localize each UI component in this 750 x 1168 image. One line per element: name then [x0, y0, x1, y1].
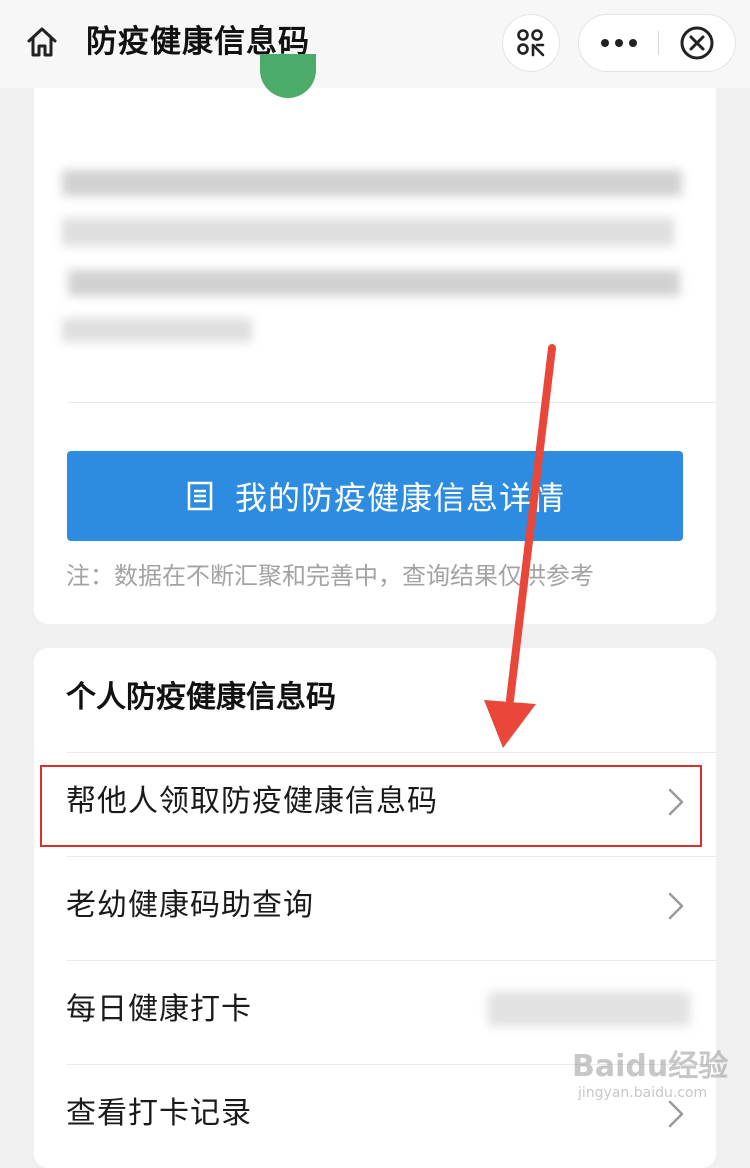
document-icon [185, 481, 215, 511]
health-detail-button[interactable]: 我的防疫健康信息详情 [67, 451, 683, 541]
health-detail-button-label: 我的防疫健康信息详情 [234, 479, 565, 517]
section-title: 个人防疫健康信息码 [66, 680, 336, 715]
navigation-bar: 防疫健康信息码 [0, 0, 750, 88]
menu-item-label: 每日健康打卡 [66, 992, 252, 1027]
menu-item-elderly-child-query[interactable]: 老幼健康码助查询 [34, 856, 716, 956]
scan-button[interactable] [502, 14, 560, 72]
disclaimer-note: 注：数据在不断汇聚和完善中，查询结果仅供参考 [66, 562, 594, 590]
capsule-menu [578, 14, 736, 72]
health-status-indicator [260, 54, 316, 98]
card-divider [68, 402, 716, 403]
scan-icon [517, 29, 545, 57]
blurred-info-line-2 [62, 218, 674, 246]
close-button[interactable] [659, 15, 735, 71]
menu-item-label: 老幼健康码助查询 [66, 888, 314, 923]
health-info-card: 我的防疫健康信息详情 注：数据在不断汇聚和完善中，查询结果仅供参考 [34, 54, 716, 624]
more-icon [601, 39, 637, 47]
chevron-right-icon [668, 892, 684, 920]
close-icon [680, 26, 714, 60]
watermark-brand: Baidu经验 [572, 1049, 729, 1084]
blurred-info-line-3 [68, 270, 680, 296]
watermark-url: jingyan.baidu.com [578, 1085, 708, 1101]
more-button[interactable] [579, 15, 659, 71]
baidu-watermark: Baidu经验 jingyan.baidu.com [572, 1035, 740, 1115]
blurred-checkin-status [488, 992, 690, 1026]
highlight-box [40, 765, 702, 847]
blurred-info-line-1 [62, 170, 682, 196]
menu-item-label: 查看打卡记录 [66, 1096, 252, 1131]
home-icon [27, 27, 57, 57]
home-button[interactable] [24, 24, 60, 60]
blurred-info-line-4 [62, 318, 252, 342]
